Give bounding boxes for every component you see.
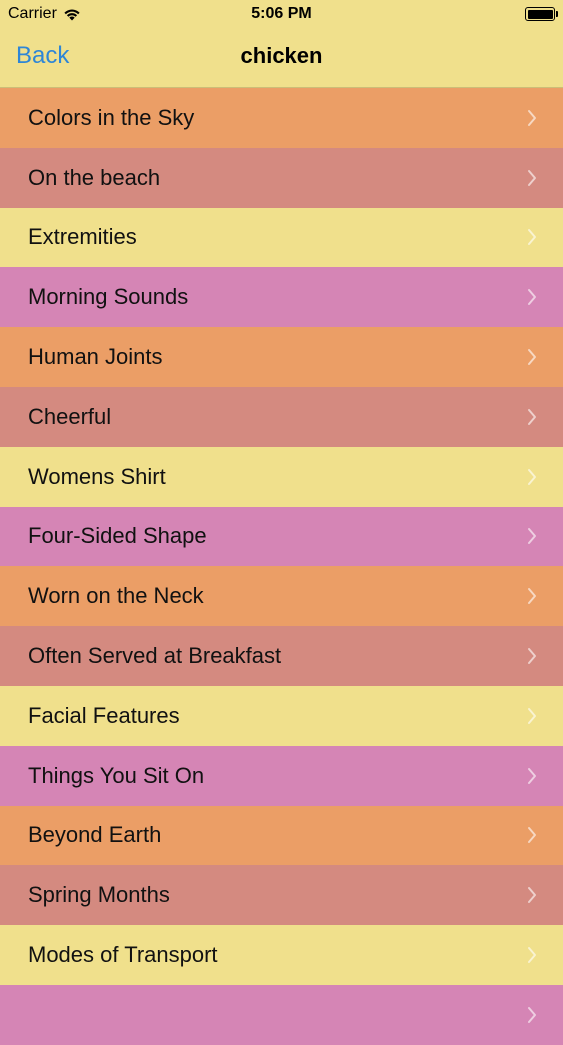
list-item-label: Cheerful [28, 403, 112, 429]
list-item-label: Womens Shirt [28, 463, 166, 489]
list-item-label: Often Served at Breakfast [28, 643, 282, 669]
list-item[interactable]: Extremities [0, 207, 563, 268]
chevron-right-icon [528, 767, 536, 784]
chevron-right-icon [528, 349, 536, 366]
chevron-right-icon [528, 648, 536, 665]
status-bar: Carrier 5:06 PM [0, 0, 563, 30]
list-item-label: Modes of Transport [28, 942, 218, 968]
list-item[interactable]: Morning Sounds [0, 267, 563, 328]
list-item[interactable]: Often Served at Breakfast [0, 626, 563, 686]
list-item-label: Beyond Earth [28, 822, 162, 848]
chevron-right-icon [528, 1006, 536, 1023]
list-item[interactable]: Worn on the Neck [0, 566, 563, 627]
list-item-label: Extremities [28, 224, 137, 250]
list-item[interactable]: Colors in the Sky [0, 88, 563, 148]
chevron-right-icon [528, 588, 536, 605]
chevron-right-icon [528, 229, 536, 246]
chevron-right-icon [528, 827, 536, 844]
list-item[interactable]: Human Joints [0, 327, 563, 387]
list-item-label: Morning Sounds [28, 284, 189, 310]
chevron-right-icon [528, 169, 536, 186]
chevron-right-icon [528, 528, 536, 545]
chevron-right-icon [528, 109, 536, 126]
battery-icon [525, 7, 558, 21]
list-item-label: Facial Features [28, 702, 180, 728]
list-item[interactable]: Beyond Earth [0, 805, 563, 866]
list-item[interactable]: Cheerful [0, 386, 563, 447]
list-item-label: Worn on the Neck [28, 583, 204, 609]
list-item-label: Things You Sit On [28, 762, 205, 788]
list-item[interactable] [0, 984, 563, 1045]
list-item-label: Human Joints [28, 344, 163, 370]
chevron-right-icon [528, 468, 536, 485]
list-item[interactable]: Spring Months [0, 865, 563, 926]
list-item[interactable]: Modes of Transport [0, 925, 563, 985]
list-item-label: Four-Sided Shape [28, 523, 207, 549]
list-item[interactable]: Womens Shirt [0, 446, 563, 507]
chevron-right-icon [528, 947, 536, 964]
list-item[interactable]: Things You Sit On [0, 745, 563, 806]
list-item[interactable]: On the beach [0, 147, 563, 208]
status-time: 5:06 PM [251, 5, 312, 22]
chevron-right-icon [528, 887, 536, 904]
navigation-bar: Back chicken [0, 30, 563, 88]
chevron-right-icon [528, 707, 536, 724]
page-title: chicken [240, 43, 323, 68]
list-item-label: Spring Months [28, 882, 170, 908]
list-item[interactable]: Facial Features [0, 685, 563, 746]
list-item-label: Colors in the Sky [28, 104, 195, 130]
list-item[interactable]: Four-Sided Shape [0, 506, 563, 567]
category-list: Colors in the Sky On the beach Extremities… [0, 88, 563, 1045]
list-item-label: On the beach [28, 164, 161, 190]
chevron-right-icon [528, 289, 536, 306]
chevron-right-icon [528, 408, 536, 425]
battery-level [527, 9, 553, 19]
